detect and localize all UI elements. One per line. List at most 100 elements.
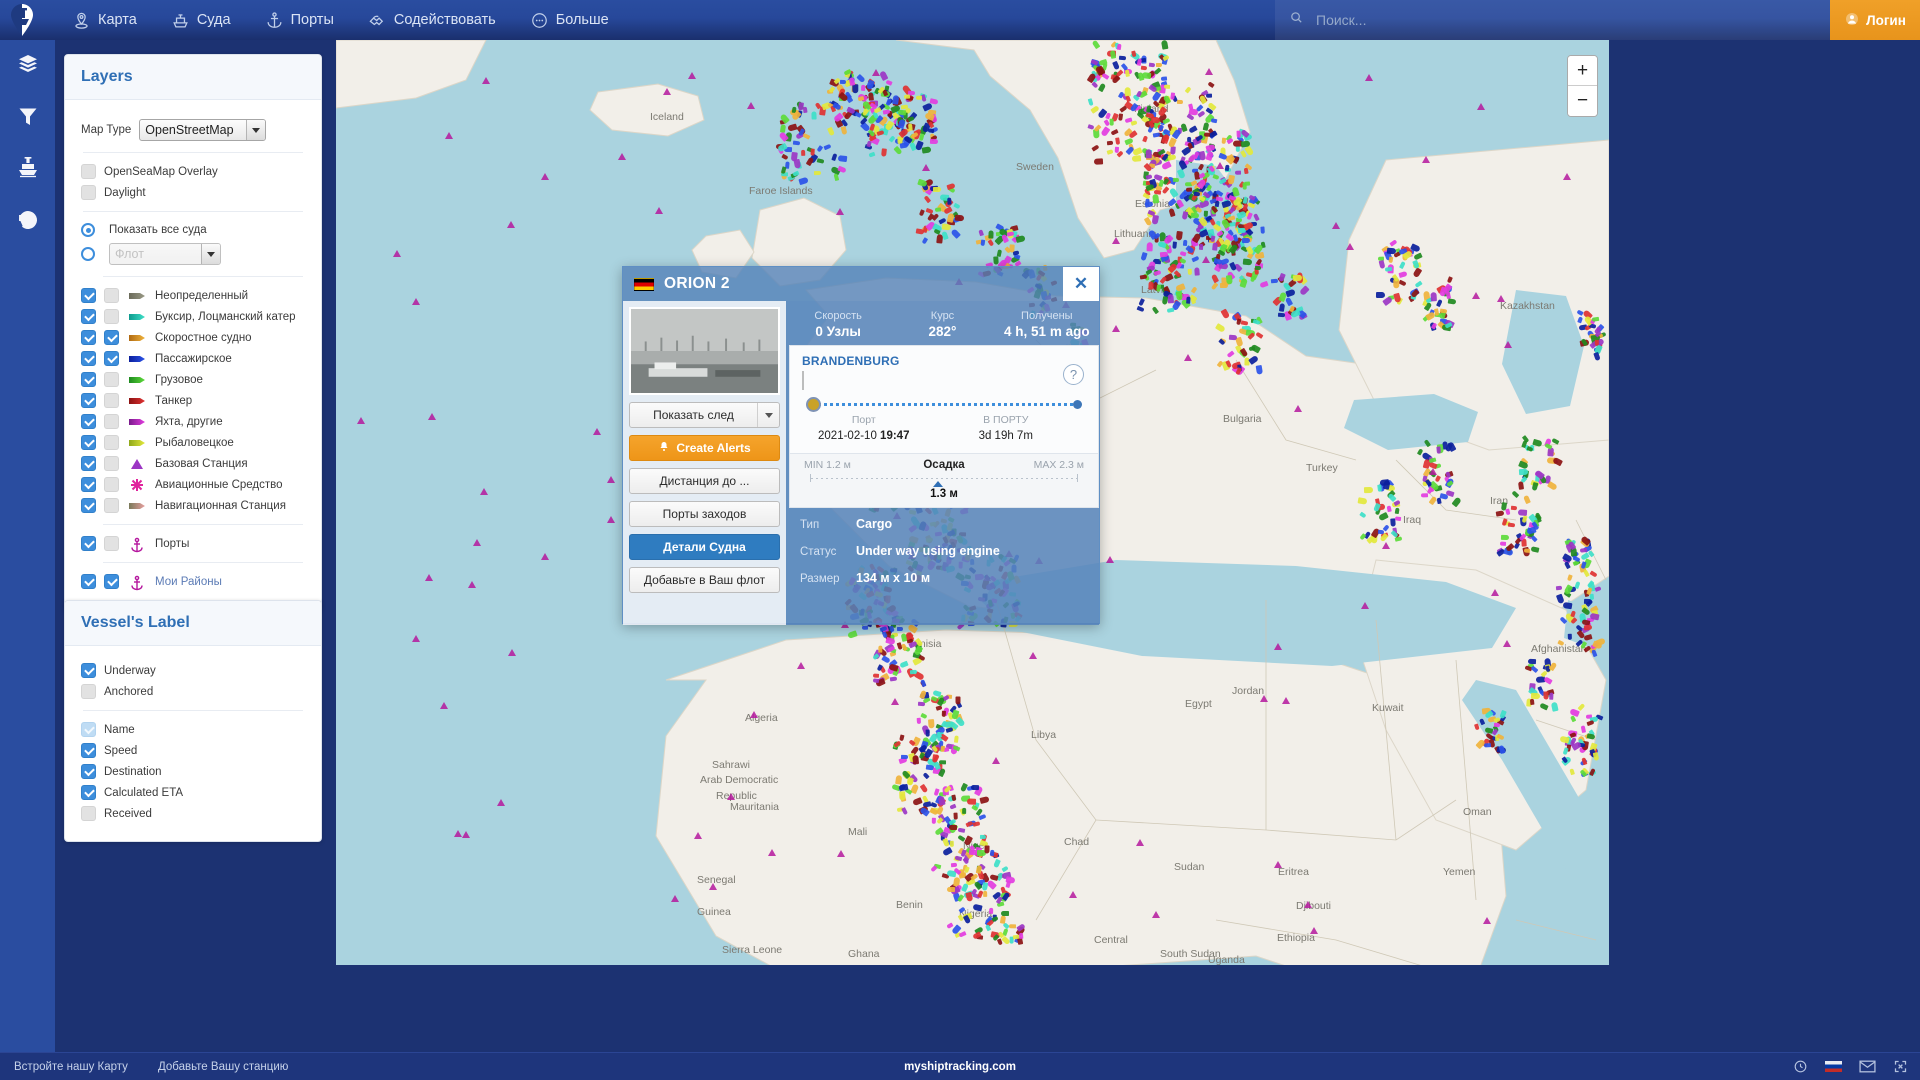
label-option-checkbox[interactable] — [81, 806, 96, 821]
rail-button-layers[interactable] — [0, 40, 55, 92]
footer-link-add-station[interactable]: Добавьте Вашу станцию — [128, 1061, 288, 1073]
vessel-type-visible-checkbox[interactable] — [81, 309, 96, 324]
overlay-row[interactable]: Daylight — [81, 185, 305, 200]
overlay-row[interactable]: OpenSeaMap Overlay — [81, 164, 305, 179]
vessel-type-row[interactable]: Авиационные Средство — [81, 477, 305, 492]
vessel-type-row[interactable]: Грузовое — [81, 372, 305, 387]
popup-close-button[interactable]: ✕ — [1063, 267, 1099, 301]
label-option-checkbox[interactable] — [81, 684, 96, 699]
popup-button[interactable]: Create Alerts — [629, 435, 780, 461]
vessel-type-visible-checkbox[interactable] — [81, 393, 96, 408]
popup-button[interactable]: Дистанция до ... — [629, 468, 780, 494]
vessel-type-visible-checkbox[interactable] — [81, 456, 96, 471]
vessel-type-row[interactable]: Пассажирское — [81, 351, 305, 366]
map-type-select-wrap[interactable]: OpenStreetMapSatelliteTerrainNautical — [139, 119, 266, 141]
mail-icon[interactable] — [1859, 1060, 1876, 1073]
zoom-out-button[interactable]: − — [1568, 86, 1597, 116]
layer-row-my-areas[interactable]: Мои Районы — [81, 574, 305, 589]
nav-item-contribute[interactable]: Содействовать — [351, 0, 513, 40]
vessel-type-label-checkbox[interactable] — [104, 498, 119, 513]
fullscreen-icon[interactable] — [1893, 1059, 1908, 1074]
vessel-type-label-checkbox[interactable] — [104, 456, 119, 471]
vessel-type-icon — [127, 478, 147, 492]
layer-row-ports[interactable]: Порты — [81, 536, 305, 551]
layer-label[interactable]: Мои Районы — [155, 576, 222, 588]
vessel-label-field-row[interactable]: Calculated ETA — [81, 785, 305, 800]
question-mark-icon[interactable]: ? — [1063, 364, 1084, 385]
vessel-label-field-row[interactable]: Destination — [81, 764, 305, 779]
vessel-type-row[interactable]: Навигационная Станция — [81, 498, 305, 513]
show-all-vessels-option[interactable]: Показать все суда — [81, 223, 305, 237]
fleet-select-wrap[interactable]: Флот — [109, 243, 221, 265]
vessel-type-row[interactable]: Яхта, другие — [81, 414, 305, 429]
clock-icon[interactable] — [1793, 1059, 1808, 1074]
rail-button-history[interactable] — [0, 196, 55, 248]
nav-item-vessels[interactable]: Суда — [154, 0, 248, 40]
vessel-label-field-row[interactable]: Speed — [81, 743, 305, 758]
label-option-checkbox[interactable] — [81, 743, 96, 758]
vessel-type-row[interactable]: Танкер — [81, 393, 305, 408]
vessel-type-visible-checkbox[interactable] — [81, 351, 96, 366]
vessel-type-label-checkbox[interactable] — [104, 288, 119, 303]
vessel-type-label-checkbox[interactable] — [104, 309, 119, 324]
login-button[interactable]: Логин — [1830, 0, 1920, 40]
label-option-checkbox[interactable] — [81, 722, 96, 737]
overlay-checkbox[interactable] — [81, 185, 96, 200]
vessel-type-row[interactable]: Базовая Станция — [81, 456, 305, 471]
nav-item-ports[interactable]: Порты — [248, 0, 351, 40]
rail-button-filter[interactable] — [0, 92, 55, 144]
layer-label: Порты — [155, 538, 189, 550]
fleet-select[interactable]: Флот — [109, 243, 221, 265]
vessel-label-state-row[interactable]: Anchored — [81, 684, 305, 699]
vessel-type-label-checkbox[interactable] — [104, 393, 119, 408]
popup-button[interactable]: Порты заходов — [629, 501, 780, 527]
vessel-type-label-checkbox[interactable] — [104, 414, 119, 429]
chevron-down-icon[interactable] — [757, 403, 779, 427]
search-input[interactable] — [1314, 11, 1794, 29]
vessel-type-visible-checkbox[interactable] — [81, 372, 96, 387]
site-logo[interactable] — [0, 0, 55, 40]
vessel-type-visible-checkbox[interactable] — [81, 435, 96, 450]
vessel-type-label-checkbox[interactable] — [104, 372, 119, 387]
vessel-type-row[interactable]: Буксир, Лоцманский катер — [81, 309, 305, 324]
vessel-type-row[interactable]: Рыбаловецкое — [81, 435, 305, 450]
vessel-type-visible-checkbox[interactable] — [81, 330, 96, 345]
vessel-photo[interactable]: © marinetraffic.com — [629, 307, 780, 395]
map-type-select[interactable]: OpenStreetMapSatelliteTerrainNautical — [139, 119, 266, 141]
popup-button[interactable]: Показать след — [629, 402, 780, 428]
vessel-label-state-row[interactable]: Underway — [81, 663, 305, 678]
vessel-type-visible-checkbox[interactable] — [81, 414, 96, 429]
vessel-label-field-row[interactable]: Name — [81, 722, 305, 737]
vessel-type-row[interactable]: Неопределенный — [81, 288, 305, 303]
zoom-in-button[interactable]: + — [1568, 56, 1597, 86]
nav-item-more[interactable]: Больше — [513, 0, 626, 40]
vessel-type-label-checkbox[interactable] — [104, 351, 119, 366]
ports-visible-checkbox[interactable] — [81, 536, 96, 551]
vessel-type-visible-checkbox[interactable] — [81, 498, 96, 513]
vessel-type-label-checkbox[interactable] — [104, 435, 119, 450]
popup-button[interactable]: Детали Судна — [629, 534, 780, 560]
label-option-checkbox[interactable] — [81, 764, 96, 779]
search-bar[interactable] — [1275, 0, 1830, 40]
vessel-type-label-checkbox[interactable] — [104, 330, 119, 345]
popup-button[interactable]: Добавьте в Ваш флот — [629, 567, 780, 593]
show-all-radio[interactable] — [81, 223, 95, 237]
rail-button-vessels[interactable] — [0, 144, 55, 196]
vessel-type-visible-checkbox[interactable] — [81, 288, 96, 303]
ports-label-checkbox[interactable] — [104, 536, 119, 551]
overlay-checkbox[interactable] — [81, 164, 96, 179]
vessel-type-label-checkbox[interactable] — [104, 477, 119, 492]
vessel-type-row[interactable]: Скоростное судно — [81, 330, 305, 345]
vessel-type-visible-checkbox[interactable] — [81, 477, 96, 492]
departure-date: 2021-02-10 — [818, 430, 880, 442]
nav-item-map[interactable]: Карта — [55, 0, 154, 40]
label-option-checkbox[interactable] — [81, 785, 96, 800]
vessel-label-field-row[interactable]: Received — [81, 806, 305, 821]
label-option-checkbox[interactable] — [81, 663, 96, 678]
my-areas-label-checkbox[interactable] — [104, 574, 119, 589]
flag-ru-icon[interactable] — [1825, 1061, 1842, 1072]
footer-link-embed-map[interactable]: Встройте нашу Карту — [0, 1061, 128, 1073]
fleet-option[interactable]: Флот — [81, 243, 305, 265]
fleet-radio[interactable] — [81, 247, 95, 261]
my-areas-visible-checkbox[interactable] — [81, 574, 96, 589]
